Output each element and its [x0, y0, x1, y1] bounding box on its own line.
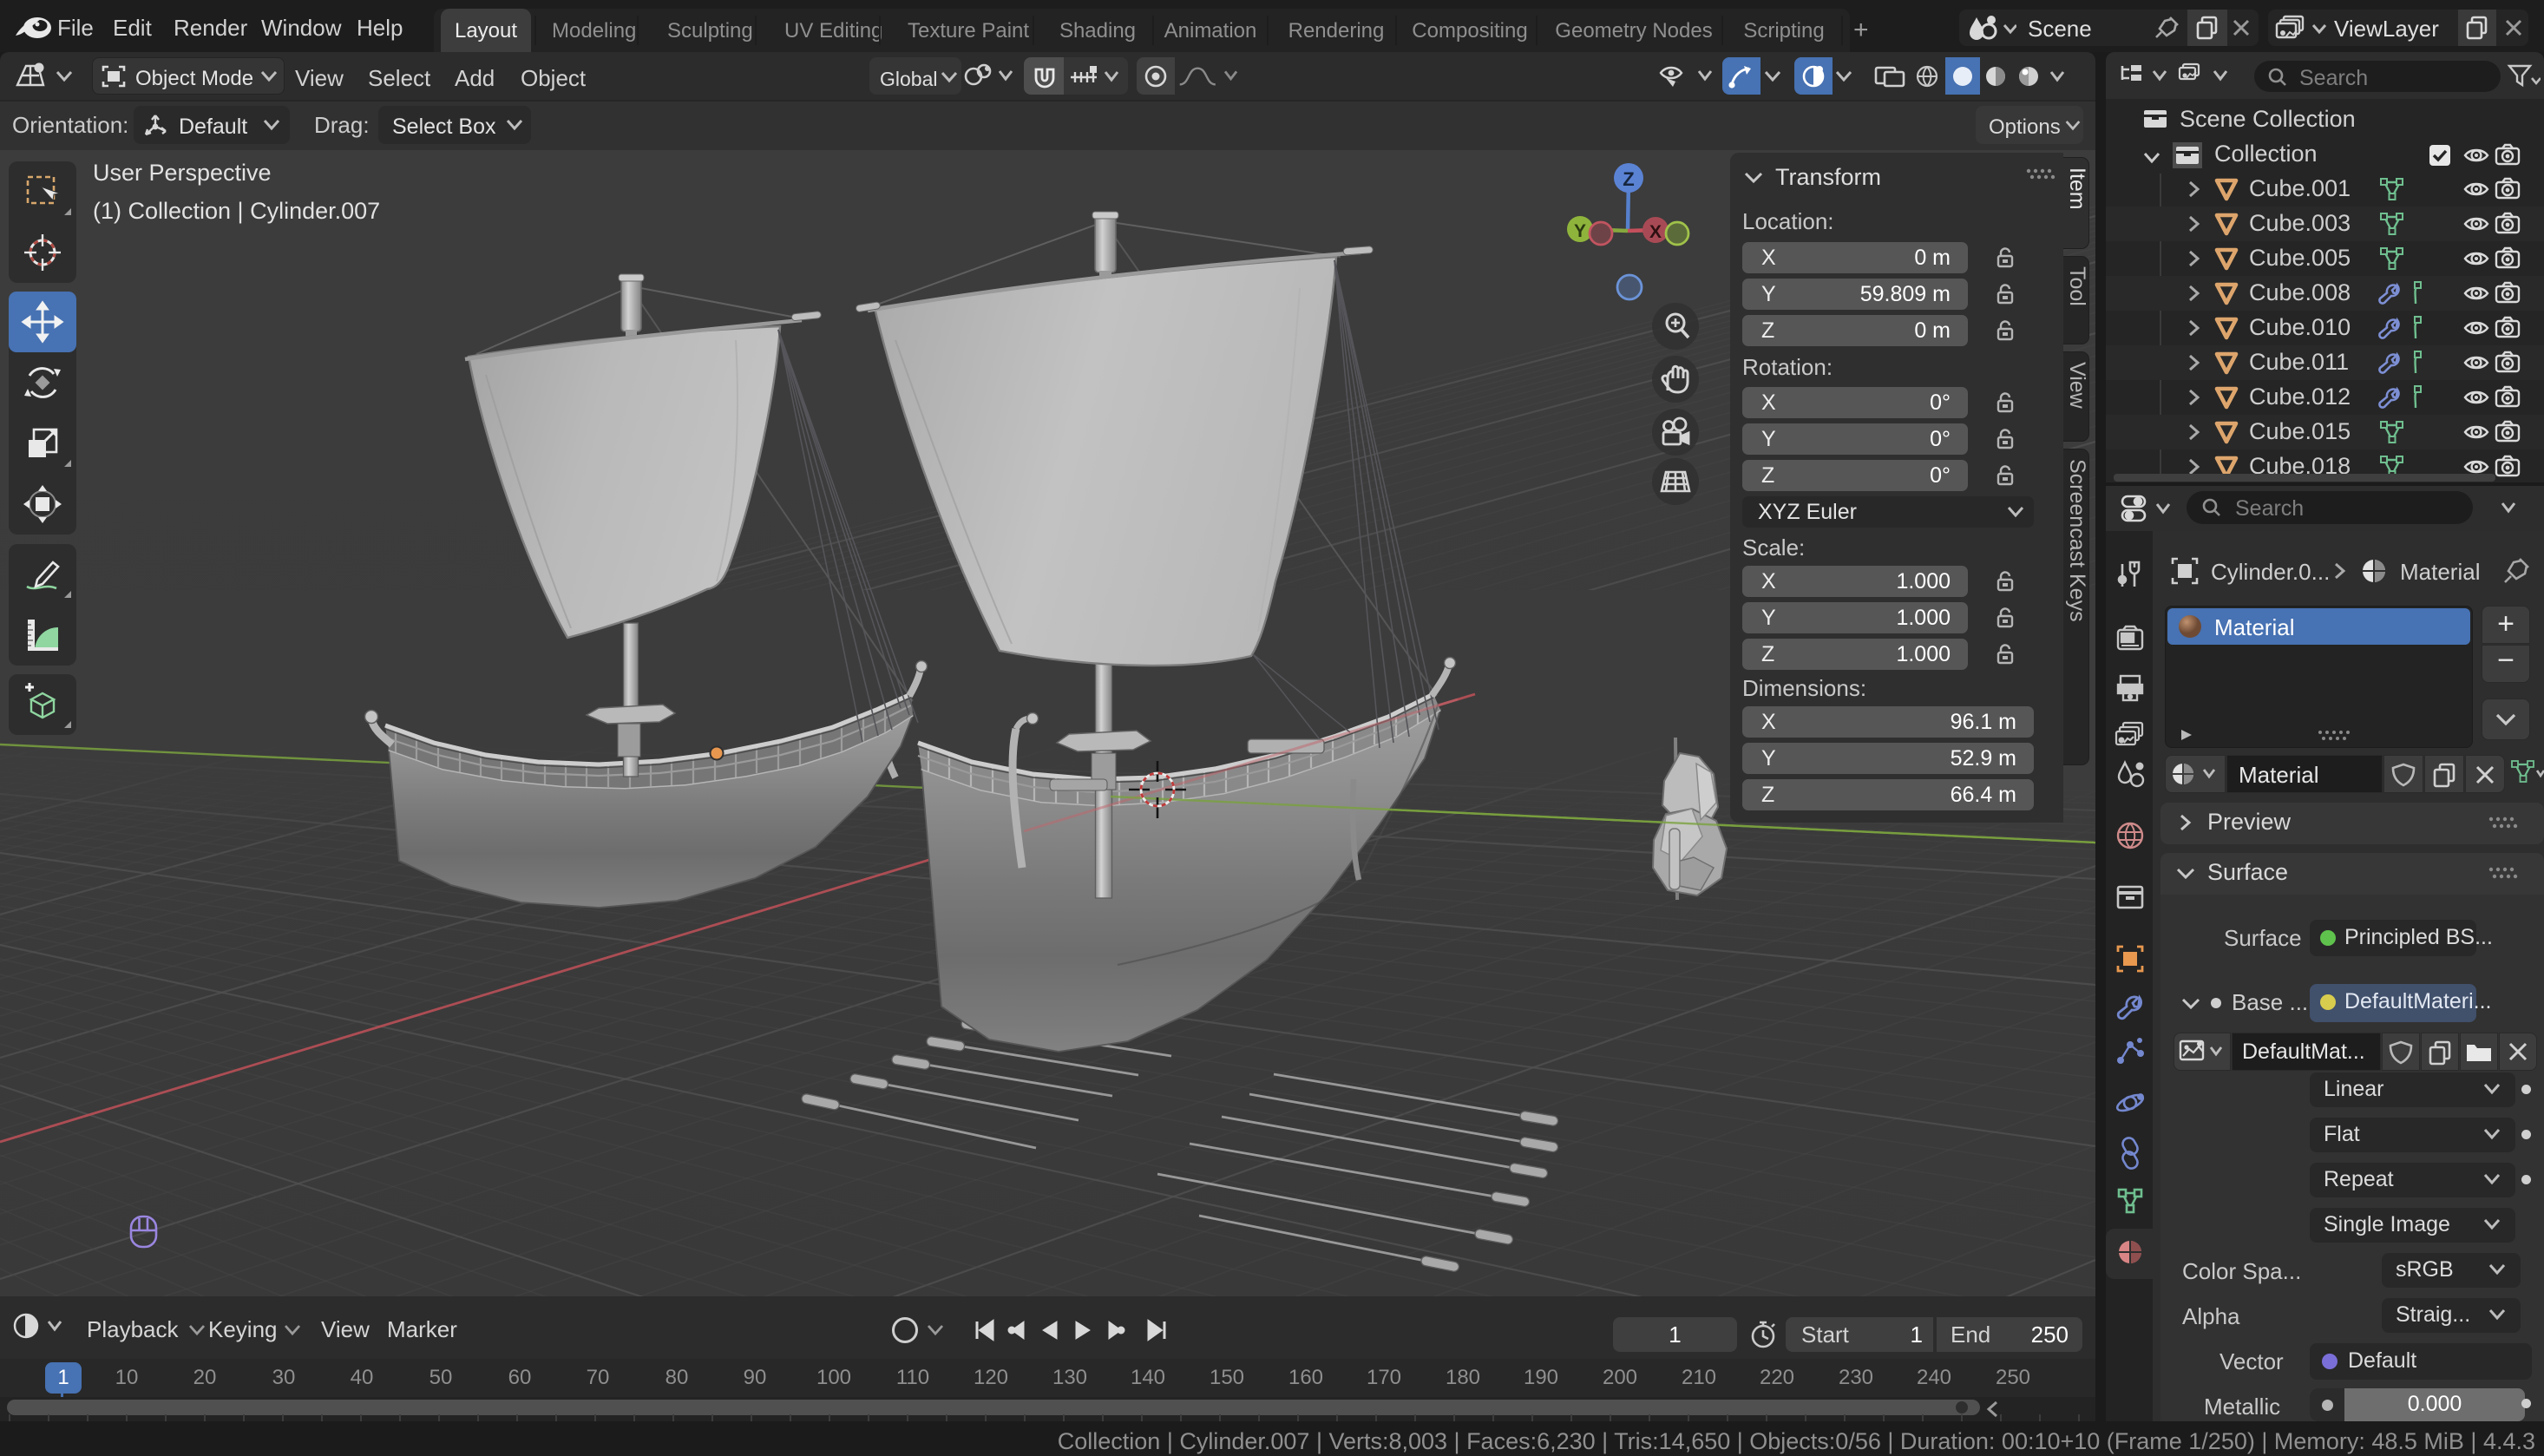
svg-text:User Perspective: User Perspective	[93, 160, 272, 186]
svg-text:Y: Y	[1574, 221, 1586, 241]
svg-text:Z: Z	[1623, 168, 1634, 190]
svg-text:(1) Collection | Cylinder.007: (1) Collection | Cylinder.007	[93, 198, 380, 224]
svg-text:X: X	[1649, 222, 1662, 242]
